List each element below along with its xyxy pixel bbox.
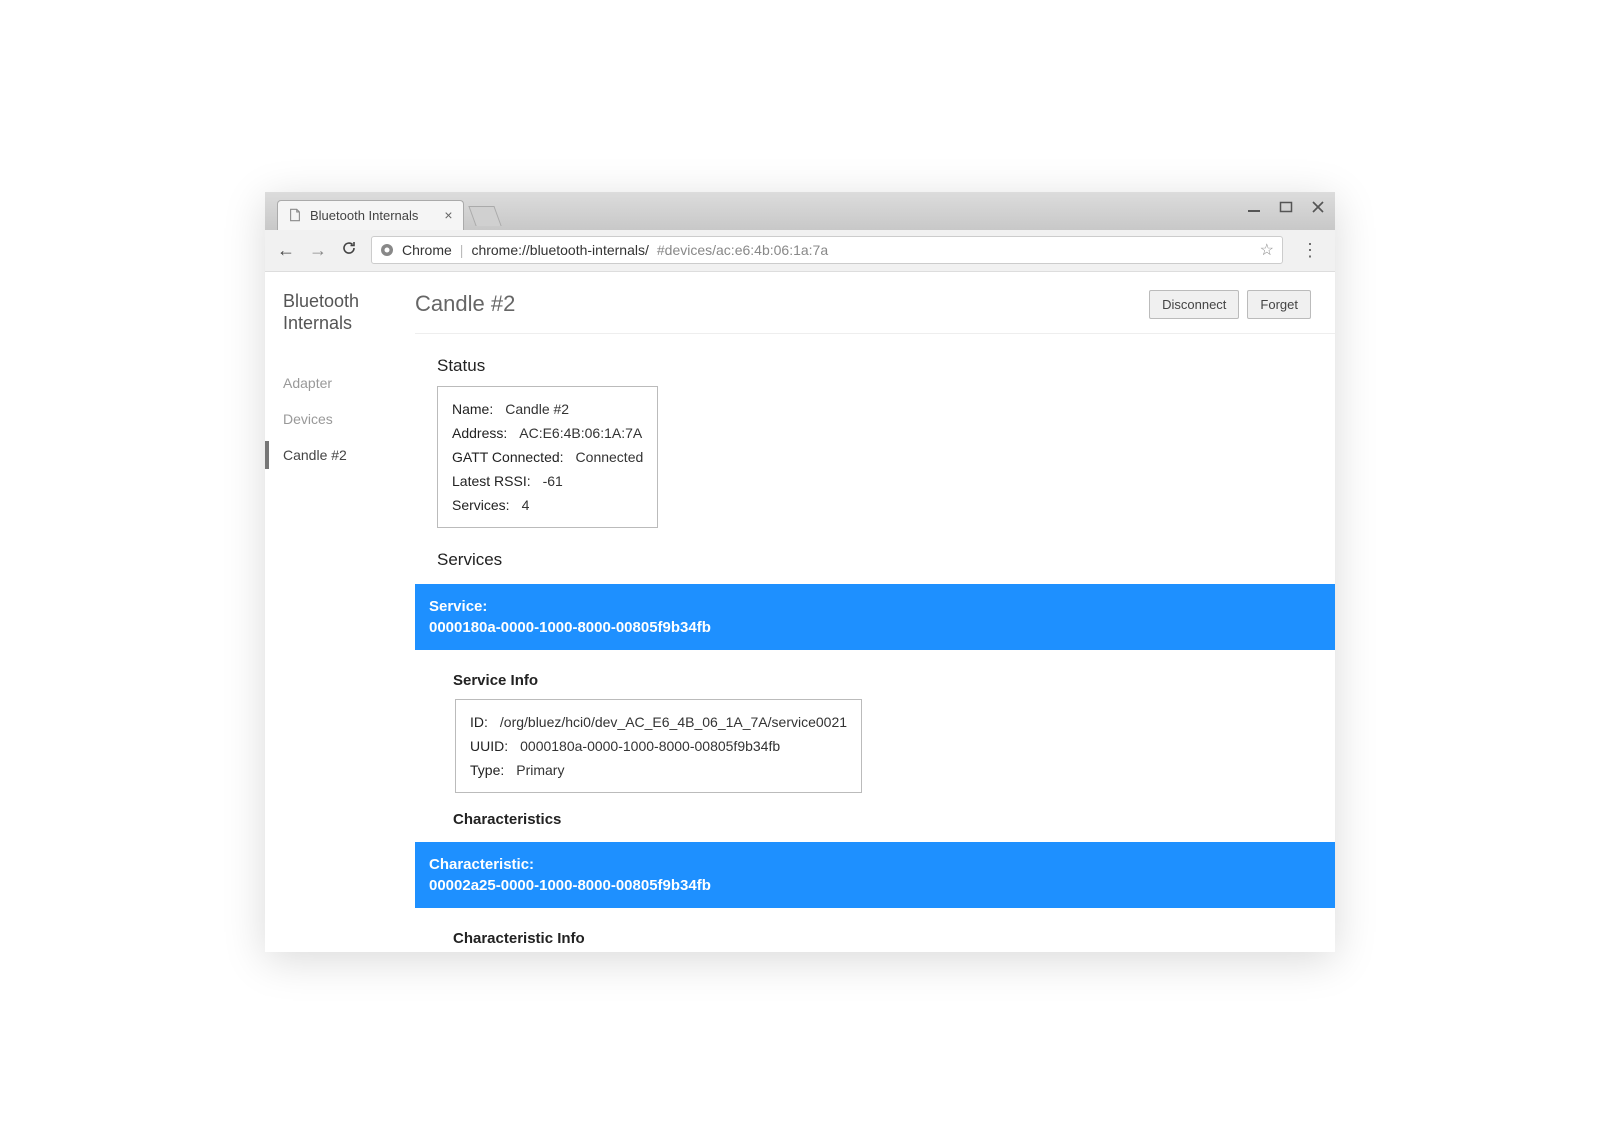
reload-button[interactable] bbox=[341, 240, 357, 261]
service-header[interactable]: Service: 0000180a-0000-1000-8000-00805f9… bbox=[415, 584, 1335, 650]
new-tab-button[interactable] bbox=[468, 206, 501, 226]
url-scheme-label: Chrome bbox=[402, 242, 452, 258]
minimize-icon[interactable] bbox=[1247, 200, 1261, 214]
page-content: Bluetooth Internals Adapter Devices Cand… bbox=[265, 272, 1335, 952]
window-controls bbox=[1247, 200, 1325, 214]
chrome-icon bbox=[380, 243, 394, 257]
close-tab-icon[interactable]: × bbox=[444, 207, 452, 223]
page-title: Candle #2 bbox=[415, 291, 515, 317]
browser-window: Bluetooth Internals × ← → Chrome | chrom… bbox=[265, 192, 1335, 952]
service-info-box: ID:/org/bluez/hci0/dev_AC_E6_4B_06_1A_7A… bbox=[455, 699, 862, 793]
characteristic-info-section: Characteristic Info ID:/org/bluez/hci0/d… bbox=[415, 930, 1335, 952]
characteristic-info-heading: Characteristic Info bbox=[453, 930, 1335, 947]
services-section: Services bbox=[415, 550, 1335, 570]
browser-menu-icon[interactable]: ⋮ bbox=[1297, 240, 1323, 261]
sidebar: Bluetooth Internals Adapter Devices Cand… bbox=[265, 272, 415, 952]
back-button[interactable]: ← bbox=[277, 240, 295, 261]
forget-button[interactable]: Forget bbox=[1247, 290, 1311, 319]
titlebar: Bluetooth Internals × bbox=[265, 192, 1335, 230]
info-row: Type:Primary bbox=[470, 758, 847, 782]
status-section: Status Name:Candle #2 Address:AC:E6:4B:0… bbox=[415, 356, 1335, 528]
toolbar: ← → Chrome | chrome://bluetooth-internal… bbox=[265, 230, 1335, 272]
info-row: ID:/org/bluez/hci0/dev_AC_E6_4B_06_1A_7A… bbox=[470, 710, 847, 734]
url-separator: | bbox=[460, 242, 464, 258]
status-heading: Status bbox=[437, 356, 1335, 376]
characteristic-header-label: Characteristic: bbox=[429, 854, 1321, 875]
status-row: Services:4 bbox=[452, 493, 643, 517]
maximize-icon[interactable] bbox=[1279, 200, 1293, 214]
sidebar-title: Bluetooth Internals bbox=[283, 290, 415, 335]
service-info-section: Service Info ID:/org/bluez/hci0/dev_AC_E… bbox=[415, 672, 1335, 828]
close-window-icon[interactable] bbox=[1311, 200, 1325, 214]
sidebar-item-devices[interactable]: Devices bbox=[283, 401, 415, 437]
tab-title: Bluetooth Internals bbox=[310, 208, 418, 223]
bookmark-star-icon[interactable]: ☆ bbox=[1260, 240, 1274, 260]
status-row: Address:AC:E6:4B:06:1A:7A bbox=[452, 421, 643, 445]
main-panel: Candle #2 Disconnect Forget Status Name:… bbox=[415, 272, 1335, 952]
address-bar[interactable]: Chrome | chrome://bluetooth-internals/ #d… bbox=[371, 236, 1283, 264]
status-row: GATT Connected:Connected bbox=[452, 445, 643, 469]
header-buttons: Disconnect Forget bbox=[1149, 290, 1311, 319]
services-heading: Services bbox=[437, 550, 1335, 570]
forward-button[interactable]: → bbox=[309, 240, 327, 261]
sidebar-item-candle-2[interactable]: Candle #2 bbox=[283, 437, 415, 473]
characteristic-header[interactable]: Characteristic: 00002a25-0000-1000-8000-… bbox=[415, 842, 1335, 908]
url-path: #devices/ac:e6:4b:06:1a:7a bbox=[657, 242, 828, 258]
status-box: Name:Candle #2 Address:AC:E6:4B:06:1A:7A… bbox=[437, 386, 658, 528]
characteristic-header-value: 00002a25-0000-1000-8000-00805f9b34fb bbox=[429, 875, 1321, 896]
page-icon bbox=[288, 208, 302, 222]
sidebar-item-adapter[interactable]: Adapter bbox=[283, 365, 415, 401]
info-row: UUID:0000180a-0000-1000-8000-00805f9b34f… bbox=[470, 734, 847, 758]
status-row: Name:Candle #2 bbox=[452, 397, 643, 421]
service-header-value: 0000180a-0000-1000-8000-00805f9b34fb bbox=[429, 617, 1321, 638]
url-host: chrome://bluetooth-internals/ bbox=[471, 242, 648, 258]
disconnect-button[interactable]: Disconnect bbox=[1149, 290, 1239, 319]
characteristics-heading: Characteristics bbox=[453, 811, 1335, 828]
browser-tab[interactable]: Bluetooth Internals × bbox=[277, 200, 464, 230]
service-header-label: Service: bbox=[429, 596, 1321, 617]
service-info-heading: Service Info bbox=[453, 672, 1335, 689]
page-header: Candle #2 Disconnect Forget bbox=[415, 290, 1335, 334]
status-row: Latest RSSI:-61 bbox=[452, 469, 643, 493]
